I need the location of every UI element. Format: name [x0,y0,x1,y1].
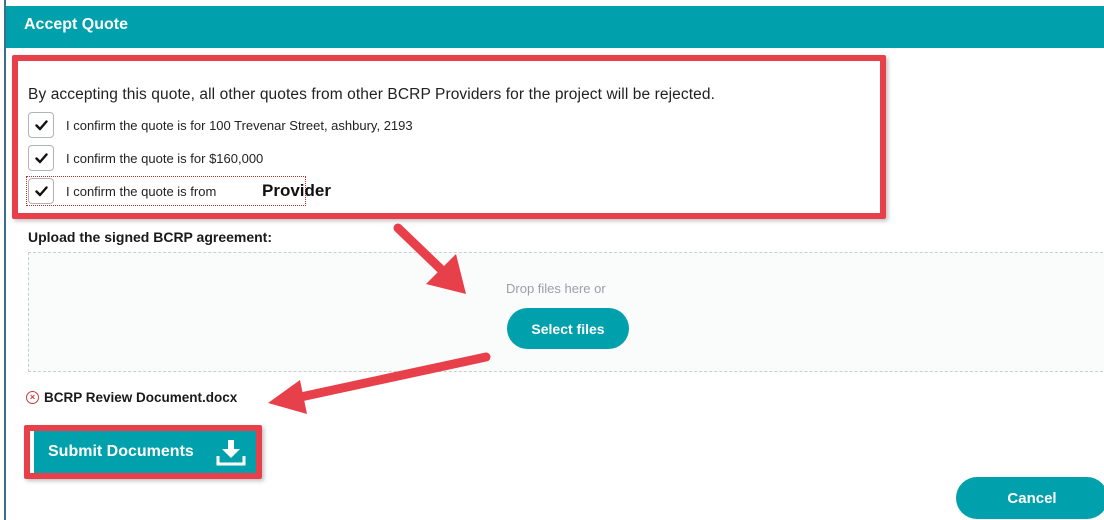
download-icon [216,440,246,466]
uploaded-file-name: BCRP Review Document.docx [44,390,238,405]
modal-title: Accept Quote [24,16,129,33]
confirm-address-checkbox[interactable] [28,112,54,138]
confirm-provider-checkbox[interactable] [28,178,54,204]
submit-documents-label: Submit Documents [48,443,194,460]
file-drop-zone[interactable]: Drop files here or Select files [28,252,1104,372]
select-files-button[interactable]: Select files [507,308,629,349]
confirm-address-label: I confirm the quote is for 100 Trevenar … [66,117,413,133]
modal-header: Accept Quote [6,6,1104,48]
upload-label: Upload the signed BCRP agreement: [28,229,273,245]
accept-quote-modal: Accept Quote By accepting this quote, al… [4,0,1104,520]
check-icon [34,119,48,130]
check-icon [34,152,48,163]
remove-file-icon[interactable]: × [26,391,39,404]
uploaded-file: × BCRP Review Document.docx [26,390,237,405]
submit-documents-button[interactable]: Submit Documents [34,430,262,474]
provider-name: Provider [262,181,331,200]
cancel-button[interactable]: Cancel [956,477,1104,519]
confirm-amount-checkbox[interactable] [28,145,54,171]
confirm-address-row[interactable]: I confirm the quote is for 100 Trevenar … [28,112,413,138]
confirm-amount-row[interactable]: I confirm the quote is for $160,000 [28,145,263,171]
check-icon [34,185,48,196]
confirm-amount-label: I confirm the quote is for $160,000 [66,150,264,166]
drop-hint: Drop files here or [506,281,606,296]
confirm-provider-label: I confirm the quote is from [66,183,217,199]
rejection-notice: By accepting this quote, all other quote… [28,86,715,103]
